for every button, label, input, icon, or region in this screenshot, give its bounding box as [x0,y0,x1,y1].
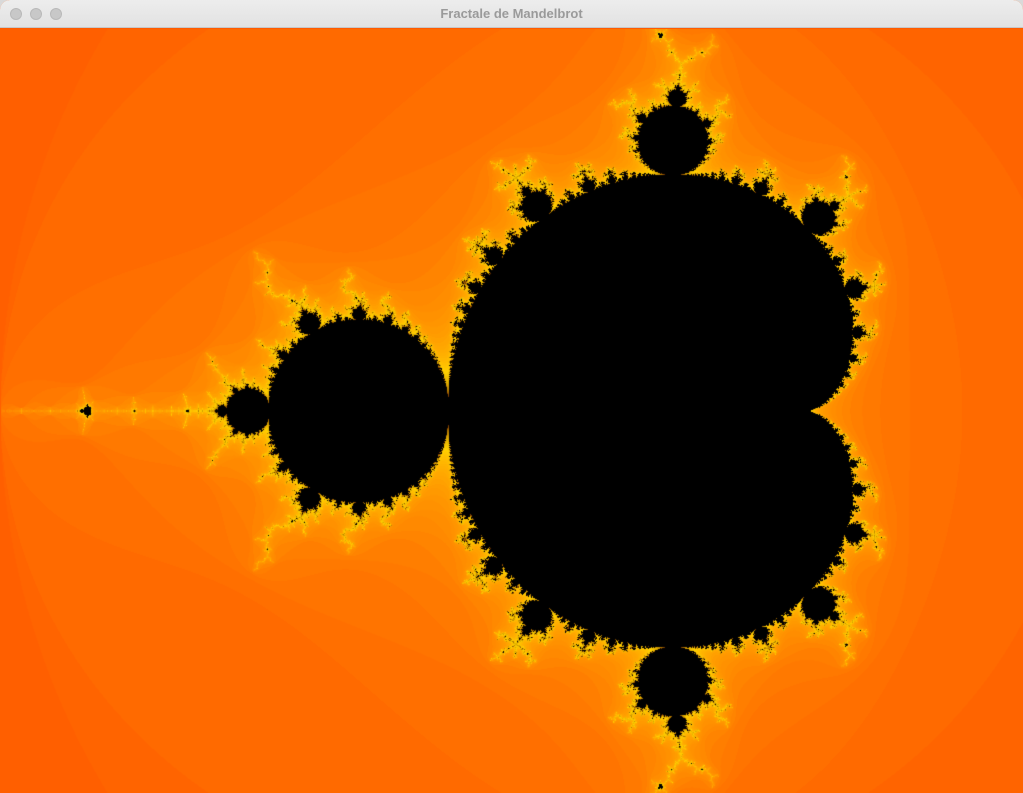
fractal-view[interactable] [0,29,1023,793]
mandelbrot-canvas[interactable] [0,29,1023,793]
window-titlebar[interactable]: Fractale de Mandelbrot [0,0,1023,28]
window-title: Fractale de Mandelbrot [440,6,583,21]
mandelbrot-window: Fractale de Mandelbrot [0,0,1023,793]
